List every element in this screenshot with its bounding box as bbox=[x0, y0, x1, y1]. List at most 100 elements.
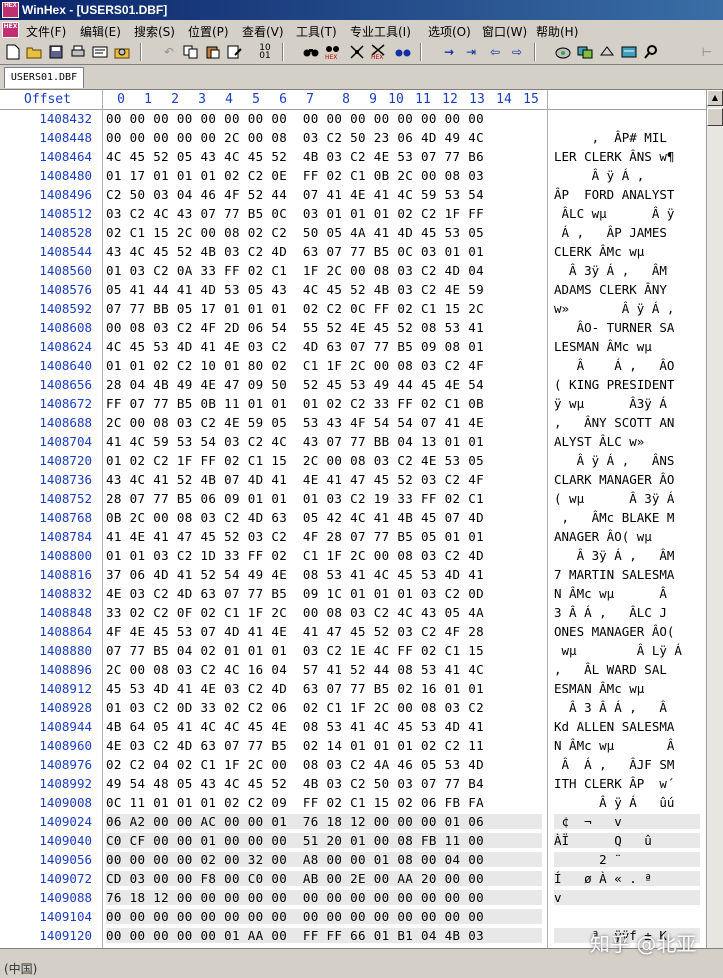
row-ascii-text[interactable]: ÀÏ Q û bbox=[554, 833, 700, 848]
row-ascii-text[interactable]: Â ÿ Á , bbox=[554, 168, 700, 183]
row-ascii-text[interactable]: 3 Â Á , ÂLC J bbox=[554, 605, 700, 620]
hex-row[interactable]: 1408656 28 04 4B 49 4E 47 09 50 52 45 53 … bbox=[0, 377, 706, 396]
menu-window[interactable]: 窗口(W) bbox=[482, 23, 527, 40]
hex-row[interactable]: 1409040 C0 CF 00 00 01 00 00 00 51 20 01 … bbox=[0, 833, 706, 852]
row-hex-bytes[interactable]: 01 02 C2 1F FF 02 C1 15 2C 00 08 03 C2 4… bbox=[106, 453, 542, 468]
row-hex-bytes[interactable]: 33 02 C2 0F 02 C1 1F 2C 00 08 03 C2 4C 4… bbox=[106, 605, 542, 620]
menu-edit[interactable]: 编辑(E) bbox=[80, 23, 121, 40]
hex-row[interactable]: 1408800 01 01 03 C2 1D 33 FF 02 C1 1F 2C … bbox=[0, 548, 706, 567]
row-ascii-text[interactable]: Í ø À « . ª bbox=[554, 871, 700, 886]
row-hex-bytes[interactable]: 00 00 00 00 02 00 32 00 A8 00 00 01 08 0… bbox=[106, 852, 542, 867]
search-tool-icon[interactable] bbox=[642, 43, 660, 61]
row-hex-bytes[interactable]: 01 03 C2 0D 33 02 C2 06 02 C1 1F 2C 00 0… bbox=[106, 700, 542, 715]
row-hex-bytes[interactable]: 07 77 BB 05 17 01 01 01 02 C2 0C FF 02 C… bbox=[106, 301, 542, 316]
row-ascii-text[interactable]: Â 3ÿ Á , ÂM bbox=[554, 548, 700, 563]
row-ascii-text[interactable]: Â ÿ Á , ÂNS bbox=[554, 453, 700, 468]
end-icon[interactable]: ⊢ bbox=[698, 43, 716, 61]
calculator-icon[interactable] bbox=[620, 43, 638, 61]
row-hex-bytes[interactable]: 4E 03 C2 4D 63 07 77 B5 02 14 01 01 01 0… bbox=[106, 738, 542, 753]
row-ascii-text[interactable]: ONES MANAGER ÂO( bbox=[554, 624, 700, 639]
row-hex-bytes[interactable]: 37 06 4D 41 52 54 49 4E 08 53 41 4C 45 5… bbox=[106, 567, 542, 582]
find-again-icon[interactable] bbox=[394, 43, 412, 61]
row-ascii-text[interactable]: CLARK MANAGER ÂO bbox=[554, 472, 700, 487]
row-hex-bytes[interactable]: 41 4E 41 47 45 52 03 C2 4F 28 07 77 B5 0… bbox=[106, 529, 542, 544]
row-hex-bytes[interactable]: 2C 00 08 03 C2 4C 16 04 57 41 52 44 08 5… bbox=[106, 662, 542, 677]
hex-row[interactable]: 1408624 4C 45 53 4D 41 4E 03 C2 4D 63 07 … bbox=[0, 339, 706, 358]
row-ascii-text[interactable]: Kd ALLEN SALESMA bbox=[554, 719, 700, 734]
hex-row[interactable]: 1408496 C2 50 03 04 46 4F 52 44 07 41 4E … bbox=[0, 187, 706, 206]
row-hex-bytes[interactable]: 76 18 12 00 00 00 00 00 00 00 00 00 00 0… bbox=[106, 890, 542, 905]
row-hex-bytes[interactable]: CD 03 00 00 F8 00 C0 00 AB 00 2E 00 AA 2… bbox=[106, 871, 542, 886]
row-hex-bytes[interactable]: 00 00 00 00 00 00 00 00 00 00 00 00 00 0… bbox=[106, 909, 542, 924]
new-file-icon[interactable] bbox=[4, 43, 22, 61]
row-ascii-text[interactable]: ¢ ¬ v bbox=[554, 814, 700, 829]
hex-row[interactable]: 1408720 01 02 C2 1F FF 02 C1 15 2C 00 08 … bbox=[0, 453, 706, 472]
hex-row[interactable]: 1408928 01 03 C2 0D 33 02 C2 06 02 C1 1F … bbox=[0, 700, 706, 719]
row-ascii-text[interactable]: ( wµ Â 3ÿ Á bbox=[554, 491, 700, 506]
row-ascii-text[interactable]: 2 ¨ bbox=[554, 852, 700, 867]
hex-row[interactable]: 1408960 4E 03 C2 4D 63 07 77 B5 02 14 01 … bbox=[0, 738, 706, 757]
forward-icon[interactable]: ⇨ bbox=[508, 43, 526, 61]
row-hex-bytes[interactable]: 28 04 4B 49 4E 47 09 50 52 45 53 49 44 4… bbox=[106, 377, 542, 392]
row-ascii-text[interactable]: ADAMS CLERK ÂNY bbox=[554, 282, 700, 297]
hex-row[interactable]: 1408976 02 C2 04 02 C1 1F 2C 00 08 03 C2 … bbox=[0, 757, 706, 776]
hex-row[interactable]: 1408944 4B 64 05 41 4C 4C 45 4E 08 53 41 … bbox=[0, 719, 706, 738]
hex-row[interactable]: 1408880 07 77 B5 04 02 01 01 01 03 C2 1E … bbox=[0, 643, 706, 662]
row-hex-bytes[interactable]: 00 08 03 C2 4F 2D 06 54 55 52 4E 45 52 0… bbox=[106, 320, 542, 335]
find-hex-icon[interactable]: HEX bbox=[324, 43, 342, 61]
row-ascii-text[interactable]: ( KING PRESIDENT bbox=[554, 377, 700, 392]
row-ascii-text[interactable]: ITH CLERK ÂP w´ bbox=[554, 776, 700, 791]
convert-icon[interactable]: 10 01 bbox=[256, 43, 274, 61]
row-hex-bytes[interactable]: 00 00 00 00 00 01 AA 00 FF FF 66 01 B1 0… bbox=[106, 928, 542, 943]
row-hex-bytes[interactable]: 4C 45 52 05 43 4C 45 52 4B 03 C2 4E 53 0… bbox=[106, 149, 542, 164]
save-icon[interactable] bbox=[47, 43, 65, 61]
hex-row[interactable]: 1408448 00 00 00 00 00 2C 00 08 03 C2 50 … bbox=[0, 130, 706, 149]
row-hex-bytes[interactable]: 01 03 C2 0A 33 FF 02 C1 1F 2C 00 08 03 C… bbox=[106, 263, 542, 278]
hex-row[interactable]: 1409088 76 18 12 00 00 00 00 00 00 00 00 … bbox=[0, 890, 706, 909]
row-hex-bytes[interactable]: 4F 4E 45 53 07 4D 41 4E 41 47 45 52 03 C… bbox=[106, 624, 542, 639]
tab-users01-dbf[interactable]: USERS01.DBF bbox=[4, 67, 84, 88]
hex-row[interactable]: 1409008 0C 11 01 01 01 02 C2 09 FF 02 C1 … bbox=[0, 795, 706, 814]
row-ascii-text[interactable]: v bbox=[554, 890, 700, 905]
back-icon[interactable]: ⇦ bbox=[486, 43, 504, 61]
properties-icon[interactable] bbox=[91, 43, 109, 61]
menu-options[interactable]: 选项(O) bbox=[428, 23, 471, 40]
hex-editor[interactable]: Offset 0 1 2 3 4 5 6 7 8 9 10 11 12 13 1… bbox=[0, 90, 706, 948]
hex-row[interactable]: 1408704 41 4C 59 53 54 03 C2 4C 43 07 77 … bbox=[0, 434, 706, 453]
row-hex-bytes[interactable]: 07 77 B5 04 02 01 01 01 03 C2 1E 4C FF 0… bbox=[106, 643, 542, 658]
row-ascii-text[interactable]: LER CLERK ÂNS w¶ bbox=[554, 149, 700, 164]
row-hex-bytes[interactable]: 4E 03 C2 4D 63 07 77 B5 09 1C 01 01 01 0… bbox=[106, 586, 542, 601]
row-ascii-text[interactable]: ÂO- TURNER SA bbox=[554, 320, 700, 335]
row-hex-bytes[interactable]: 4B 64 05 41 4C 4C 45 4E 08 53 41 4C 45 5… bbox=[106, 719, 542, 734]
hex-row[interactable]: 1408512 03 C2 4C 43 07 77 B5 0C 03 01 01 … bbox=[0, 206, 706, 225]
hex-row[interactable]: 1408864 4F 4E 45 53 07 4D 41 4E 41 47 45 … bbox=[0, 624, 706, 643]
row-hex-bytes[interactable]: 06 A2 00 00 AC 00 00 01 76 18 12 00 00 0… bbox=[106, 814, 542, 829]
row-ascii-text[interactable]: Â Á , ÂO bbox=[554, 358, 700, 373]
winhex-app-icon[interactable]: HEX bbox=[2, 2, 19, 18]
row-hex-bytes[interactable]: 0C 11 01 01 01 02 C2 09 FF 02 C1 15 02 0… bbox=[106, 795, 542, 810]
menu-specialist-tools[interactable]: 专业工具(I) bbox=[350, 23, 411, 40]
row-hex-bytes[interactable]: 00 00 00 00 00 00 00 00 00 00 00 00 00 0… bbox=[106, 111, 542, 126]
hex-row[interactable]: 1408912 45 53 4D 41 4E 03 C2 4D 63 07 77 … bbox=[0, 681, 706, 700]
hex-row[interactable]: 1408608 00 08 03 C2 4F 2D 06 54 55 52 4E … bbox=[0, 320, 706, 339]
row-ascii-text[interactable]: Â ÿ Á ûú bbox=[554, 795, 700, 810]
hex-row[interactable]: 1408464 4C 45 52 05 43 4C 45 52 4B 03 C2 … bbox=[0, 149, 706, 168]
row-hex-bytes[interactable]: FF 07 77 B5 0B 11 01 01 01 02 C2 33 FF 0… bbox=[106, 396, 542, 411]
print-icon[interactable] bbox=[69, 43, 87, 61]
hex-row[interactable]: 1408848 33 02 C2 0F 02 C1 1F 2C 00 08 03 … bbox=[0, 605, 706, 624]
hex-row[interactable]: 1408752 28 07 77 B5 06 09 01 01 01 03 C2 … bbox=[0, 491, 706, 510]
row-hex-bytes[interactable]: 41 4C 59 53 54 03 C2 4C 43 07 77 BB 04 1… bbox=[106, 434, 542, 449]
open-disk-icon[interactable] bbox=[113, 43, 131, 61]
row-hex-bytes[interactable]: 01 17 01 01 01 02 C2 0E FF 02 C1 0B 2C 0… bbox=[106, 168, 542, 183]
row-hex-bytes[interactable]: 2C 00 08 03 C2 4E 59 05 53 43 4F 54 54 0… bbox=[106, 415, 542, 430]
vertical-scrollbar[interactable]: ▲ bbox=[706, 90, 723, 948]
row-ascii-text[interactable]: , ÂP# MIL bbox=[554, 130, 700, 145]
hex-row[interactable]: 1408816 37 06 4D 41 52 54 49 4E 08 53 41 … bbox=[0, 567, 706, 586]
row-ascii-text[interactable]: N ÂMc wµ Â bbox=[554, 738, 700, 753]
row-ascii-text[interactable]: ÂP FORD ANALYST bbox=[554, 187, 700, 202]
document-icon[interactable]: HEX bbox=[2, 22, 19, 38]
replace-hex-icon[interactable]: HEX bbox=[370, 43, 388, 61]
row-ascii-text[interactable]: Â 3 Â Á , Â bbox=[554, 700, 700, 715]
row-hex-bytes[interactable]: 43 4C 45 52 4B 03 C2 4D 63 07 77 B5 0C 0… bbox=[106, 244, 542, 259]
row-ascii-text[interactable]: ESMAN ÂMc wµ bbox=[554, 681, 700, 696]
